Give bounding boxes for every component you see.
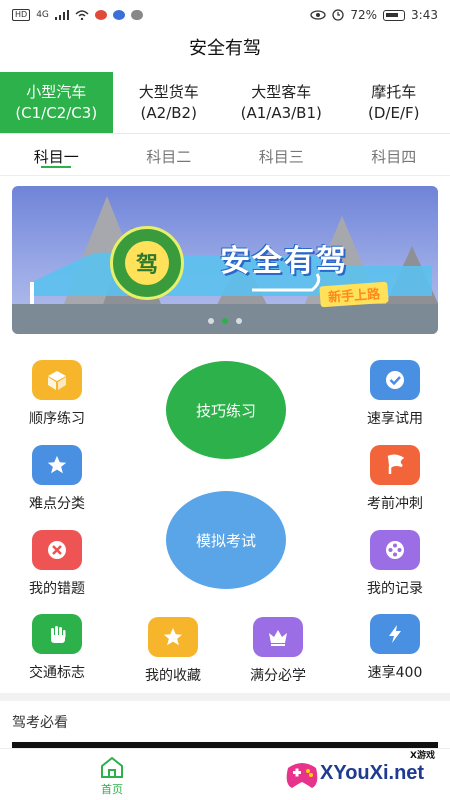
logo-badge: 驾	[110, 226, 184, 300]
sequential-practice-button[interactable]: 顺序练习	[12, 360, 102, 428]
star-icon	[148, 617, 198, 657]
tab-large-bus[interactable]: 大型客车 (A1/A3/B1)	[225, 72, 338, 133]
watermark: X游戏 XYouXi.net	[282, 748, 450, 800]
grid-label: 速享400	[367, 665, 423, 681]
tab-motorcycle[interactable]: 摩托车 (D/E/F)	[338, 72, 450, 133]
weibo-icon	[94, 10, 107, 20]
promo-banner[interactable]: 驾 安全有驾 新手上路	[12, 186, 438, 334]
watermark-text: XYouXi.net	[320, 762, 425, 784]
tab-code: (A2/B2)	[140, 103, 197, 122]
speed-400-button[interactable]: 速享400	[350, 614, 440, 682]
section-divider	[0, 693, 450, 701]
clock: 3:43	[411, 8, 438, 22]
section-title: 驾考必看	[12, 715, 68, 731]
hd-indicator: HD	[12, 9, 31, 21]
music-icon	[112, 10, 125, 20]
speed-trial-button[interactable]: 速享试用	[350, 360, 440, 428]
page-title: 安全有驾	[189, 38, 261, 59]
tab-subject-2[interactable]: 科目二	[113, 138, 226, 175]
skill-practice-button[interactable]: 技巧练习	[166, 361, 286, 459]
my-mistakes-button[interactable]: 我的错题	[12, 530, 102, 598]
must-learn-button[interactable]: 满分必学	[233, 617, 323, 685]
grid-label: 速享试用	[367, 411, 423, 427]
check-icon	[370, 360, 420, 400]
cube-icon	[32, 360, 82, 400]
badge-char: 驾	[125, 241, 169, 285]
crown-icon	[253, 617, 303, 657]
grid-label: 我的错题	[29, 581, 85, 597]
tab-subject-4[interactable]: 科目四	[338, 138, 450, 175]
nav-home-label: 首页	[101, 783, 123, 796]
tab-name: 摩托车	[371, 82, 417, 101]
grid-label: 顺序练习	[29, 411, 85, 427]
my-records-button[interactable]: 我的记录	[350, 530, 440, 598]
gamepad-logo-icon	[286, 763, 318, 788]
carousel-dot-active[interactable]	[222, 318, 228, 324]
grid-label: 考前冲刺	[367, 496, 423, 512]
traffic-signs-button[interactable]: 交通标志	[12, 614, 102, 682]
carousel-dots	[12, 318, 438, 324]
lightning-icon	[370, 614, 420, 654]
tab-code: (A1/A3/B1)	[240, 103, 322, 122]
difficulty-category-button[interactable]: 难点分类	[12, 445, 102, 513]
cloud-icon	[130, 10, 143, 20]
mock-exam-button[interactable]: 模拟考试	[166, 491, 286, 589]
grid-label: 我的记录	[367, 581, 423, 597]
tab-large-truck[interactable]: 大型货车 (A2/B2)	[113, 72, 226, 133]
my-favorites-button[interactable]: 我的收藏	[128, 617, 218, 685]
battery-percent: 72%	[350, 8, 378, 22]
x-icon	[32, 530, 82, 570]
grid-label: 难点分类	[29, 496, 85, 512]
wifi-icon	[75, 10, 89, 20]
alarm-icon	[332, 9, 345, 21]
tab-subject-3[interactable]: 科目三	[225, 138, 338, 175]
subject-tabs: 科目一 科目二 科目三 科目四	[0, 138, 450, 176]
grid-label: 我的收藏	[145, 668, 201, 684]
grid-label: 满分必学	[250, 668, 306, 684]
network-indicator: 4G	[36, 10, 49, 20]
eye-icon	[310, 10, 327, 20]
tab-name: 小型汽车	[26, 82, 87, 101]
home-icon	[101, 756, 123, 778]
tab-name: 大型货车	[138, 82, 199, 101]
tab-code: (D/E/F)	[368, 103, 420, 122]
vehicle-tabs: 小型汽车 (C1/C2/C3) 大型货车 (A2/B2) 大型客车 (A1/A3…	[0, 72, 450, 134]
carousel-dot[interactable]	[208, 318, 214, 324]
signal-icon	[54, 10, 69, 20]
watermark-small: X游戏	[410, 751, 435, 761]
star-icon	[32, 445, 82, 485]
grid-label: 交通标志	[29, 665, 85, 681]
tab-subject-1[interactable]: 科目一	[0, 138, 113, 175]
flag-icon	[370, 445, 420, 485]
banner-title: 安全有驾	[220, 244, 348, 279]
battery-icon	[383, 9, 406, 21]
nav-home-button[interactable]: 首页	[90, 755, 134, 797]
status-bar: HD 4G 72% 3:43	[0, 0, 450, 30]
film-reel-icon	[370, 530, 420, 570]
hand-icon	[32, 614, 82, 654]
exam-sprint-button[interactable]: 考前冲刺	[350, 445, 440, 513]
carousel-dot[interactable]	[236, 318, 242, 324]
tab-small-car[interactable]: 小型汽车 (C1/C2/C3)	[0, 72, 113, 133]
tab-name: 大型客车	[251, 82, 312, 101]
tab-code: (C1/C2/C3)	[15, 103, 98, 122]
